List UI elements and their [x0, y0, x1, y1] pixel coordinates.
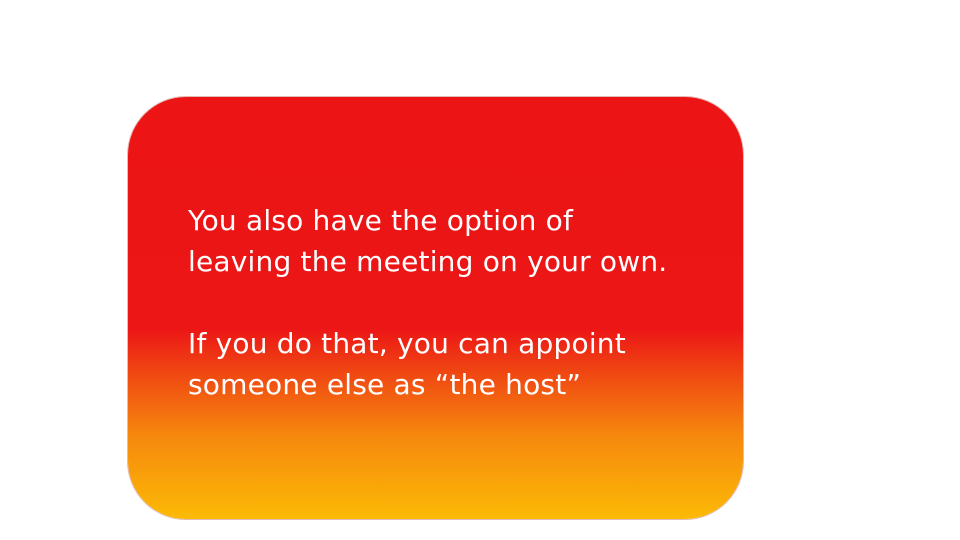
paragraph-appoint-host: If you do that, you can appoint someone … — [188, 327, 626, 401]
card-text: You also have the option of leaving the … — [188, 200, 728, 405]
paragraph-leave-meeting: You also have the option of leaving the … — [188, 204, 668, 278]
gradient-card: You also have the option of leaving the … — [128, 97, 743, 519]
slide: You also have the option of leaving the … — [0, 0, 960, 540]
